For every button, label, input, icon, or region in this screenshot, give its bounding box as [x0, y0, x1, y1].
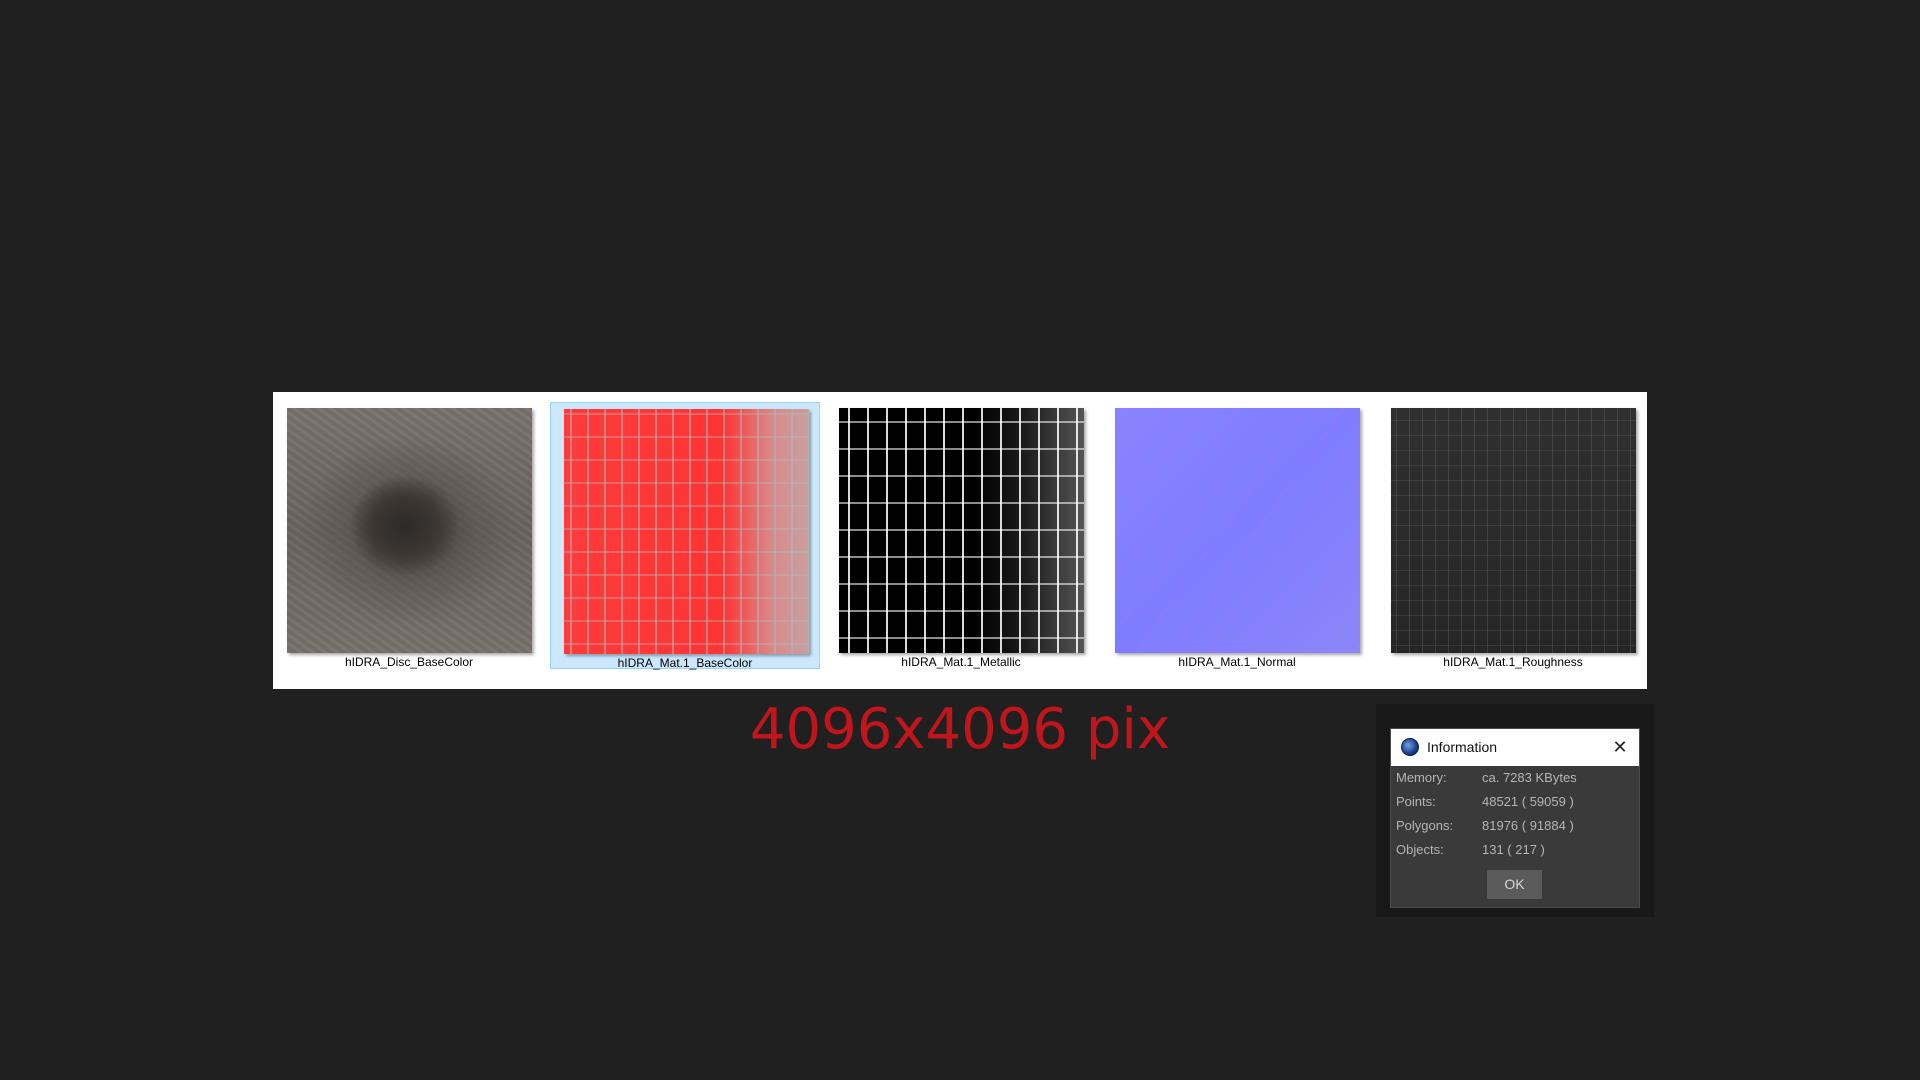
information-dialog: Information ✕ Memory: ca. 7283 KBytes Po… [1390, 728, 1640, 908]
info-value: 131 ( 217 ) [1482, 842, 1545, 857]
info-key: Polygons: [1396, 818, 1454, 833]
texture-thumbnail [287, 408, 532, 653]
file-name-label: hIDRA_Mat.1_BaseColor [617, 656, 753, 670]
texture-thumbnail [839, 408, 1084, 653]
ok-button[interactable]: OK [1487, 870, 1542, 899]
file-item-mat-metallic[interactable]: hIDRA_Mat.1_Metallic [826, 402, 1096, 669]
file-name-label: hIDRA_Mat.1_Metallic [901, 655, 1021, 669]
file-name-label: hIDRA_Disc_BaseColor [344, 655, 474, 669]
info-key: Memory: [1396, 770, 1447, 785]
info-value: ca. 7283 KBytes [1482, 770, 1577, 785]
texture-thumbnail [1115, 408, 1360, 653]
file-item-mat-basecolor[interactable]: hIDRA_Mat.1_BaseColor [550, 402, 820, 670]
dialog-title: Information [1427, 739, 1498, 755]
file-name-label: hIDRA_Mat.1_Roughness [1443, 655, 1583, 669]
info-key: Points: [1396, 794, 1436, 809]
close-button[interactable]: ✕ [1609, 736, 1631, 758]
file-thumbnail-strip: hIDRA_Disc_BaseColor hIDRA_Mat.1_BaseCol… [273, 392, 1647, 689]
resolution-caption: 4096x4096 pix [749, 697, 1171, 762]
screen: hIDRA_Disc_BaseColor hIDRA_Mat.1_BaseCol… [0, 0, 1920, 1080]
info-key: Objects: [1396, 842, 1444, 857]
file-item-mat-normal[interactable]: hIDRA_Mat.1_Normal [1102, 402, 1372, 669]
cinema4d-logo-icon [1401, 738, 1419, 756]
texture-thumbnail [1391, 408, 1636, 653]
file-name-label: hIDRA_Mat.1_Normal [1178, 655, 1296, 669]
texture-thumbnail [564, 409, 809, 654]
info-value: 48521 ( 59059 ) [1482, 794, 1574, 809]
file-item-mat-roughness[interactable]: hIDRA_Mat.1_Roughness [1378, 402, 1648, 669]
close-icon: ✕ [1612, 737, 1628, 757]
file-item-disc-basecolor[interactable]: hIDRA_Disc_BaseColor [274, 402, 544, 669]
dialog-title-bar[interactable]: Information ✕ [1391, 729, 1639, 766]
info-value: 81976 ( 91884 ) [1482, 818, 1574, 833]
